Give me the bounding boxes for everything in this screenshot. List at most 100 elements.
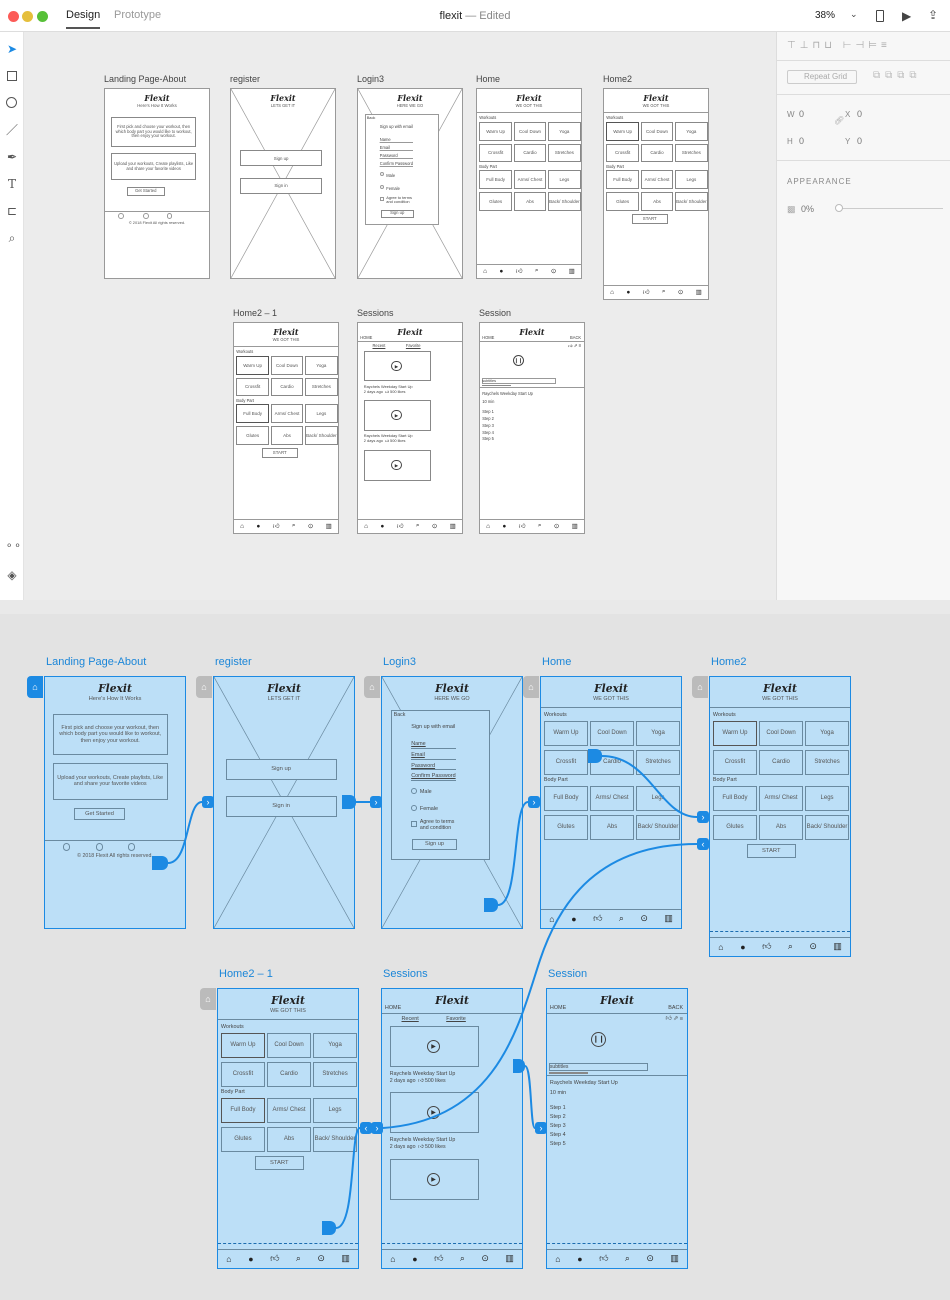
artboard-label-sessions[interactable]: Sessions (357, 308, 394, 318)
prototype-label-landing[interactable]: Landing Page-About (46, 656, 146, 668)
artboard-home[interactable]: Flexit WE GOT THIS Workouts Warm Up Cool Dow… (476, 88, 582, 279)
prototype-label-home2_1[interactable]: Home2 – 1 (219, 968, 273, 980)
sign-up-hotspot[interactable] (342, 795, 356, 809)
like-icon[interactable]: 👍︎ (599, 1253, 608, 1264)
artboard-tool-icon[interactable]: ⊏ (5, 204, 19, 218)
prototype-artboard-home2_1[interactable]: Flexit WE GOT THIS Workouts Warm Up Cool Dow… (217, 988, 359, 1269)
zoom-level[interactable]: 38% (815, 10, 835, 21)
home-icon[interactable]: ⌂ (390, 1254, 395, 1264)
y-field[interactable]: 0 (857, 136, 862, 146)
start-hotspot[interactable] (322, 1221, 336, 1235)
discover-icon[interactable]: ⊙ (646, 1253, 653, 1264)
grid-item-warm-up[interactable]: Warm Up (543, 720, 588, 747)
library-icon[interactable]: ▥ (670, 1253, 678, 1264)
grid-item-glutes[interactable]: Glutes (543, 815, 588, 841)
opacity-slider[interactable] (837, 208, 943, 209)
prototype-label-sessions[interactable]: Sessions (383, 968, 428, 980)
prototype-label-session[interactable]: Session (548, 968, 587, 980)
library-icon[interactable]: ▥ (572, 522, 578, 530)
home-link[interactable]: HOME (385, 1005, 401, 1011)
confirm-password-field[interactable]: Confirm Password (411, 773, 455, 779)
home-link[interactable]: HOME (360, 335, 372, 340)
grid-item-full-body[interactable]: Full Body (220, 1097, 265, 1124)
home-screen-icon[interactable]: ⌂ (364, 676, 380, 698)
like-icon[interactable]: 👍︎ (643, 288, 650, 296)
pager-dot[interactable] (62, 843, 71, 852)
line-tool-icon[interactable]: ／ (5, 123, 19, 137)
grid-item-glutes[interactable]: Glutes (606, 192, 640, 211)
search-icon[interactable]: ⌕ (416, 522, 420, 530)
grid-item-stretches[interactable]: Stretches (313, 1061, 358, 1088)
play-icon[interactable]: ▶ (391, 460, 402, 471)
search-icon[interactable]: ⌕ (535, 267, 539, 275)
home-icon[interactable]: ⌂ (483, 268, 487, 275)
grid-item-yoga[interactable]: Yoga (674, 121, 708, 141)
grid-item-warm-up[interactable]: Warm Up (606, 121, 640, 141)
artboard-landing[interactable]: Flexit Here's How It Works First pick and … (104, 88, 210, 279)
artboard-label-session[interactable]: Session (479, 308, 511, 318)
grid-item-back-shoulder[interactable]: Back/ Shoulder (304, 426, 338, 445)
connector-arrow-icon[interactable]: › (371, 1122, 383, 1134)
back-link[interactable]: BACK (668, 1005, 683, 1011)
name-field[interactable]: Name (411, 741, 426, 747)
ellipse-tool-icon[interactable] (5, 96, 19, 110)
profile-icon[interactable]: ● (571, 914, 576, 924)
grid-item-crossfit[interactable]: Crossfit (220, 1061, 265, 1088)
artboard-home2_1[interactable]: Flexit WE GOT THIS Workouts Warm Up Cool Dow… (233, 322, 339, 534)
discover-icon[interactable]: ⊙ (809, 941, 816, 952)
grid-item-back-shoulder[interactable]: Back/ Shoulder (674, 192, 708, 211)
share-icon[interactable]: ⇪ (928, 8, 938, 22)
profile-icon[interactable]: ● (499, 268, 503, 275)
tab-favorite[interactable]: Favorite (446, 1016, 466, 1022)
grid-item-yoga[interactable]: Yoga (636, 720, 681, 747)
prototype-artboard-landing[interactable]: Flexit Here's How It Works First pick and … (44, 676, 186, 929)
grid-item-cardio[interactable]: Cardio (759, 749, 804, 776)
pager-dot[interactable] (127, 843, 136, 852)
submit-hotspot[interactable] (484, 898, 498, 912)
pager-dot[interactable] (118, 213, 124, 219)
get-started-hotspot[interactable] (152, 856, 168, 870)
prototype-artboard-login[interactable]: Flexit HERE WE GO Back Sign up with email Na… (381, 676, 523, 929)
profile-icon[interactable]: ● (502, 523, 506, 530)
grid-item-crossfit[interactable]: Crossfit (479, 143, 513, 163)
opacity-value[interactable]: 0% (801, 204, 814, 214)
grid-item-warm-up[interactable]: Warm Up (236, 355, 270, 375)
connector-arrow-icon[interactable]: › (697, 811, 709, 823)
pause-icon[interactable]: ❙❙ (512, 354, 525, 367)
artboard-login[interactable]: Flexit HERE WE GO Back Sign up with email Na… (357, 88, 463, 279)
grid-item-glutes[interactable]: Glutes (712, 815, 757, 841)
progress-bar[interactable] (548, 1071, 588, 1074)
back-link[interactable]: BACK (570, 335, 581, 340)
prototype-label-register[interactable]: register (215, 656, 252, 668)
prototype-label-login[interactable]: Login3 (383, 656, 416, 668)
library-icon[interactable]: ▥ (505, 1253, 513, 1264)
home-icon[interactable]: ⌂ (240, 523, 244, 530)
grid-item-legs[interactable]: Legs (805, 785, 850, 812)
home-icon[interactable]: ⌂ (226, 1254, 231, 1264)
library-icon[interactable]: ▥ (450, 522, 456, 530)
play-icon[interactable]: ▶ (391, 360, 402, 371)
lock-ratio-icon[interactable]: 🔗︎ (834, 116, 844, 125)
x-field[interactable]: 0 (857, 109, 862, 119)
grid-item-crossfit[interactable]: Crossfit (712, 749, 757, 776)
grid-item-full-body[interactable]: Full Body (606, 170, 640, 190)
search-icon[interactable]: ⌕ (292, 522, 296, 530)
grid-item-back-shoulder[interactable]: Back/ Shoulder (547, 192, 581, 211)
back-link[interactable]: Back (394, 712, 406, 718)
library-icon[interactable]: ▥ (569, 267, 575, 275)
like-icon[interactable]: 👍︎ (434, 1253, 443, 1264)
discover-icon[interactable]: ⊙ (432, 522, 437, 530)
discover-icon[interactable]: ⊙ (554, 522, 559, 530)
share-actions-icons[interactable]: 👍︎ ⇗ ≡ (568, 343, 581, 349)
grid-item-abs[interactable]: Abs (640, 192, 674, 211)
artboard-label-landing[interactable]: Landing Page-About (104, 74, 186, 84)
grid-item-full-body[interactable]: Full Body (236, 404, 270, 424)
grid-item-crossfit[interactable]: Crossfit (606, 143, 640, 163)
opacity-slider-handle[interactable] (835, 204, 843, 212)
submit-signup-button[interactable]: Sign up (380, 209, 414, 219)
grid-item-cool-down[interactable]: Cool Down (590, 720, 635, 747)
video-hotspot[interactable] (513, 1059, 525, 1073)
like-icon[interactable]: 👍︎ (593, 913, 602, 924)
home-screen-icon[interactable]: ⌂ (523, 676, 539, 698)
home-icon[interactable]: ⌂ (486, 523, 490, 530)
